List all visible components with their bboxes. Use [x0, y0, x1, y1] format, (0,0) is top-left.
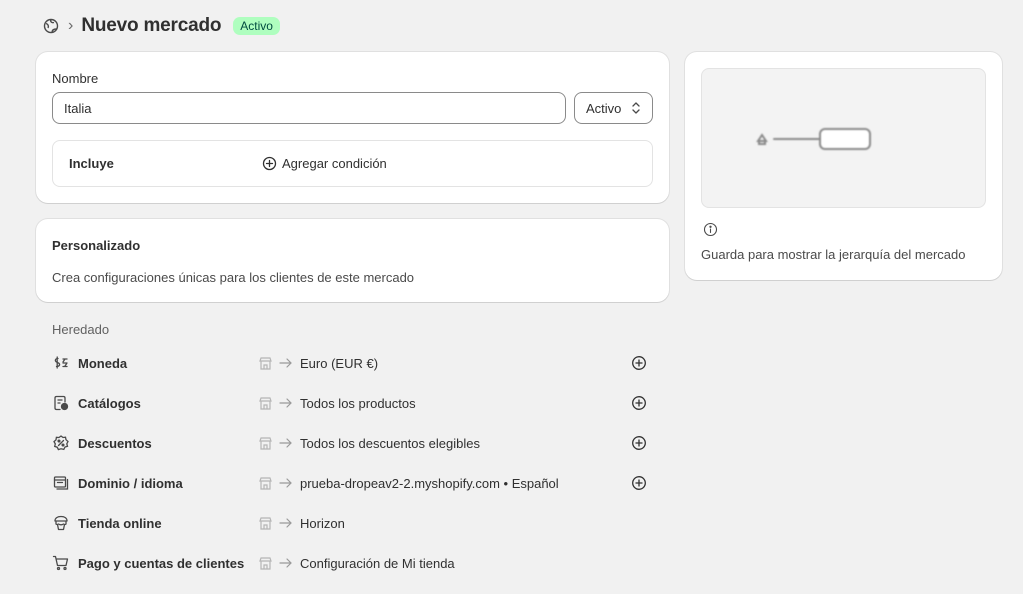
arrow-right-icon	[278, 517, 293, 529]
inherited-label: Dominio / idioma	[78, 475, 183, 491]
add-condition-label: Agregar condición	[282, 156, 387, 171]
hierarchy-preview	[701, 68, 986, 208]
custom-config-card: Personalizado Crea configuraciones única…	[36, 219, 669, 302]
hierarchy-info-text: Guarda para mostrar la jerarquía del mer…	[701, 247, 966, 262]
page-header: › Nuevo mercado Activo	[42, 13, 280, 39]
arrow-right-icon	[278, 357, 293, 369]
market-name-input[interactable]	[52, 92, 566, 124]
inherited-row-catalogs: Catálogos Todos los productos	[52, 390, 652, 416]
inherited-title: Heredado	[52, 322, 110, 337]
store-icon	[258, 436, 273, 451]
cart-icon	[52, 554, 70, 572]
inherited-value: Configuración de Mi tienda	[300, 555, 455, 571]
add-override-button[interactable]	[631, 395, 647, 411]
name-label: Nombre	[52, 71, 99, 86]
inherited-row-online-store: Tienda online Horizon	[52, 510, 652, 536]
inherited-row-currency: Moneda Euro (EUR €)	[52, 350, 652, 376]
globe-market-icon[interactable]	[42, 17, 60, 35]
inherited-value: prueba-dropeav2-2.myshopify.com • Españo…	[300, 475, 559, 491]
inherited-label: Descuentos	[78, 435, 152, 451]
catalog-icon	[52, 394, 70, 412]
inherited-value: Horizon	[300, 515, 345, 531]
inherited-value: Euro (EUR €)	[300, 355, 379, 371]
hierarchy-card: Guarda para mostrar la jerarquía del mer…	[685, 52, 1002, 280]
inherited-label: Tienda online	[78, 515, 162, 531]
arrow-right-icon	[278, 557, 293, 569]
inherited-row-discounts: Descuentos Todos los descuentos elegible…	[52, 430, 652, 456]
includes-label: Incluye	[69, 156, 114, 171]
inherited-value: Todos los descuentos elegibles	[300, 435, 480, 451]
currency-icon	[52, 354, 70, 372]
store-icon	[258, 516, 273, 531]
plus-circle-icon	[262, 156, 277, 171]
page: › Nuevo mercado Activo Nombre Activo Inc…	[0, 0, 1023, 594]
page-title: Nuevo mercado	[81, 15, 222, 36]
market-name-card: Nombre Activo Incluye Agregar condición	[36, 52, 669, 203]
arrow-right-icon	[278, 397, 293, 409]
add-condition-button[interactable]: Agregar condición	[262, 156, 387, 171]
custom-title: Personalizado	[52, 238, 141, 253]
inherited-label: Moneda	[78, 355, 128, 371]
add-override-button[interactable]	[631, 355, 647, 371]
store-icon	[258, 556, 273, 571]
hierarchy-graphic	[756, 128, 871, 150]
inherited-row-domain: Dominio / idioma prueba-dropeav2-2.mysho…	[52, 470, 652, 496]
status-select[interactable]: Activo	[574, 92, 653, 124]
store-icon	[258, 356, 273, 371]
arrow-right-icon	[278, 477, 293, 489]
inherited-label: Catálogos	[78, 395, 141, 411]
breadcrumb-separator: ›	[68, 17, 74, 34]
store-icon	[258, 476, 273, 491]
chevron-up-down-icon	[631, 101, 641, 115]
custom-description: Crea configuraciones únicas para los cli…	[52, 270, 415, 285]
info-icon	[703, 222, 718, 237]
add-override-button[interactable]	[631, 475, 647, 491]
discount-icon	[52, 434, 70, 452]
store-icon	[258, 396, 273, 411]
inherited-label: Pago y cuentas de clientes	[78, 555, 245, 571]
status-badge: Activo	[233, 17, 280, 35]
arrow-right-icon	[278, 437, 293, 449]
domain-icon	[52, 474, 70, 492]
online-store-icon	[52, 514, 70, 532]
add-override-button[interactable]	[631, 435, 647, 451]
inherited-row-checkout: Pago y cuentas de clientes Configuración…	[52, 550, 652, 576]
includes-box: Incluye Agregar condición	[52, 140, 653, 187]
status-select-value: Activo	[586, 100, 622, 116]
inherited-value: Todos los productos	[300, 395, 416, 411]
